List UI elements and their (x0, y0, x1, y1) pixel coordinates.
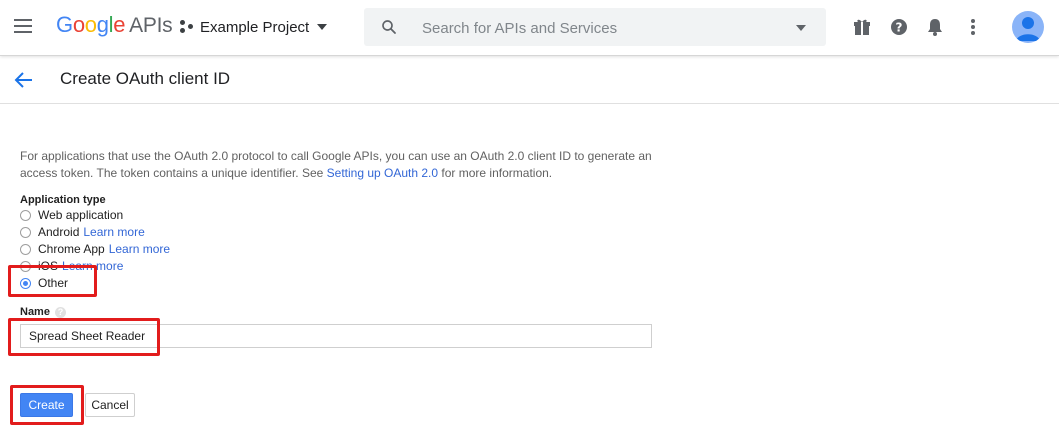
name-label: Name? (20, 306, 66, 318)
top-app-bar: GoogleAPIs Example Project ? (0, 0, 1059, 56)
search-icon[interactable] (380, 18, 398, 36)
radio-button[interactable] (20, 209, 31, 221)
ios-learn-more-link[interactable]: Learn more (62, 259, 123, 273)
project-dots-icon (180, 20, 194, 34)
search-bar (364, 8, 826, 46)
svg-text:?: ? (896, 21, 903, 35)
more-vert-icon[interactable] (963, 17, 983, 37)
search-dropdown-icon[interactable] (796, 25, 806, 31)
radio-other[interactable]: Other (20, 275, 68, 291)
search-input[interactable] (420, 14, 764, 42)
chrome-app-learn-more-link[interactable]: Learn more (109, 242, 170, 256)
chevron-down-icon (317, 24, 328, 30)
user-icon (1016, 17, 1040, 41)
notifications-icon[interactable] (925, 17, 945, 37)
radio-ios[interactable]: iOS Learn more (20, 258, 123, 274)
radio-button[interactable] (20, 226, 31, 238)
menu-icon[interactable] (14, 19, 32, 33)
account-avatar[interactable] (1012, 11, 1044, 43)
cancel-button[interactable]: Cancel (85, 393, 135, 417)
project-name: Example Project (200, 18, 310, 36)
setting-up-oauth-link[interactable]: Setting up OAuth 2.0 (327, 166, 438, 180)
radio-android[interactable]: Android Learn more (20, 224, 145, 240)
application-type-label: Application type (20, 194, 106, 206)
gift-icon[interactable] (852, 17, 872, 37)
radio-web-application[interactable]: Web application (20, 207, 123, 223)
page-header: Create OAuth client ID (0, 56, 1059, 104)
create-button[interactable]: Create (20, 393, 73, 417)
back-arrow-icon[interactable] (14, 71, 34, 89)
page-title: Create OAuth client ID (60, 69, 231, 88)
help-icon[interactable]: ? (889, 17, 909, 37)
radio-button[interactable] (20, 260, 31, 272)
radio-chrome-app[interactable]: Chrome App Learn more (20, 241, 170, 257)
android-learn-more-link[interactable]: Learn more (83, 225, 144, 239)
google-apis-logo[interactable]: Google APIs (56, 12, 173, 38)
radio-button[interactable] (20, 243, 31, 255)
intro-text: For applications that use the OAuth 2.0 … (20, 149, 652, 180)
name-field[interactable] (20, 324, 652, 348)
radio-button-checked[interactable] (20, 277, 31, 289)
help-circle-icon[interactable]: ? (54, 306, 66, 318)
project-selector[interactable]: Example Project (180, 15, 328, 39)
